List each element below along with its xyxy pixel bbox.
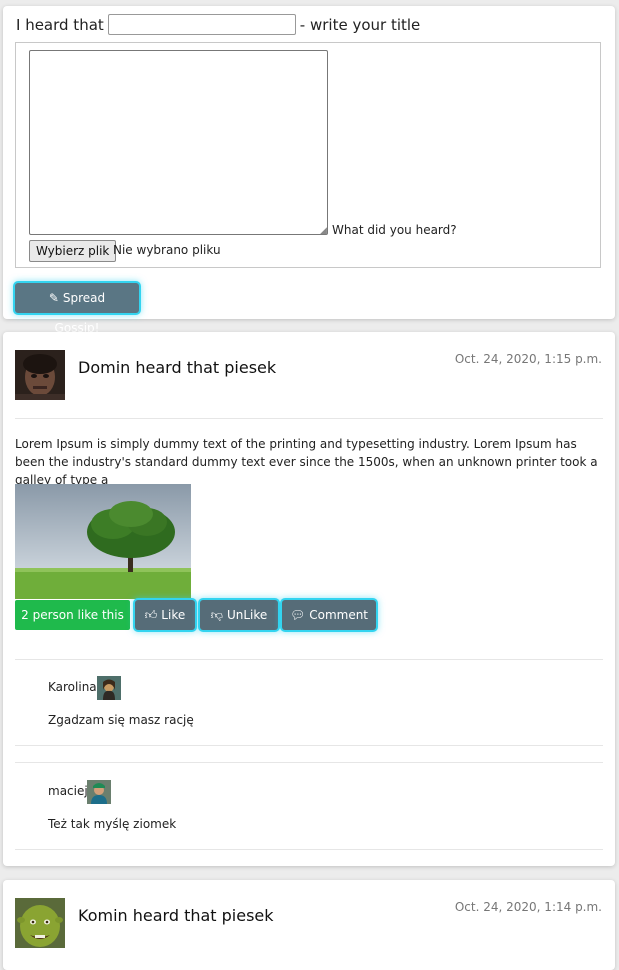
post-title: Komin heard that piesek [78,906,274,925]
comment-label: Comment [309,608,369,622]
comment-text: Zgadzam się masz rację [48,713,194,727]
comment-author[interactable]: maciej [48,784,88,798]
post-date: Oct. 24, 2020, 1:14 p.m. [454,900,602,914]
comment-avatar[interactable] [87,780,111,804]
divider [15,762,603,763]
title-prefix: I heard that [16,15,104,34]
resize-grip-icon[interactable]: ◢ [320,227,327,236]
comment-author[interactable]: Karolina [48,680,97,694]
comment-avatar[interactable] [97,676,121,700]
likes-count-badge: 2 person like this [15,600,130,630]
divider [15,418,603,419]
like-button[interactable]: 👍︎ Like [135,600,195,630]
divider [15,849,603,850]
gossip-form: I heard that - write your title ◢ What d… [3,6,615,335]
title-suffix: - write your title [299,15,421,34]
avatar[interactable] [15,898,65,948]
comment-button[interactable]: 💬︎ Comment [282,600,376,630]
post-body: Lorem Ipsum is simply dummy text of the … [15,437,598,487]
spread-gossip-button[interactable]: ✎ Spread Gossip! [15,283,139,335]
post-image[interactable] [15,484,191,599]
post-card: Domin heard that piesek Oct. 24, 2020, 1… [3,332,615,866]
thumbs-up-icon: 👍︎ [144,608,158,622]
textarea-label: What did you heard? [332,223,457,237]
title-input[interactable] [107,14,296,35]
divider [15,745,603,746]
content-fieldset: ◢ What did you heard? Wybierz plik Nie w… [15,42,601,268]
unlike-button[interactable]: 👎︎ UnLike [200,600,278,630]
spread-gossip-label: Spread Gossip! [54,291,106,335]
avatar[interactable] [15,350,65,400]
post-title: Domin heard that piesek [78,358,277,377]
file-status: Nie wybrano pliku [113,243,221,257]
post-card: Komin heard that piesek Oct. 24, 2020, 1… [3,880,615,970]
like-label: Like [161,608,186,622]
comment-text: Też tak myślę ziomek [48,817,177,831]
pencil-icon: ✎ [48,291,59,305]
title-row: I heard that - write your title [16,14,420,35]
choose-file-button[interactable]: Wybierz plik [29,240,117,262]
thumbs-down-icon: 👎︎ [210,608,223,622]
speech-bubble-icon: 💬︎ [289,608,306,622]
gossip-textarea[interactable] [29,50,328,235]
divider [15,659,603,660]
unlike-label: UnLike [226,608,268,622]
post-date: Oct. 24, 2020, 1:15 p.m. [454,352,602,366]
